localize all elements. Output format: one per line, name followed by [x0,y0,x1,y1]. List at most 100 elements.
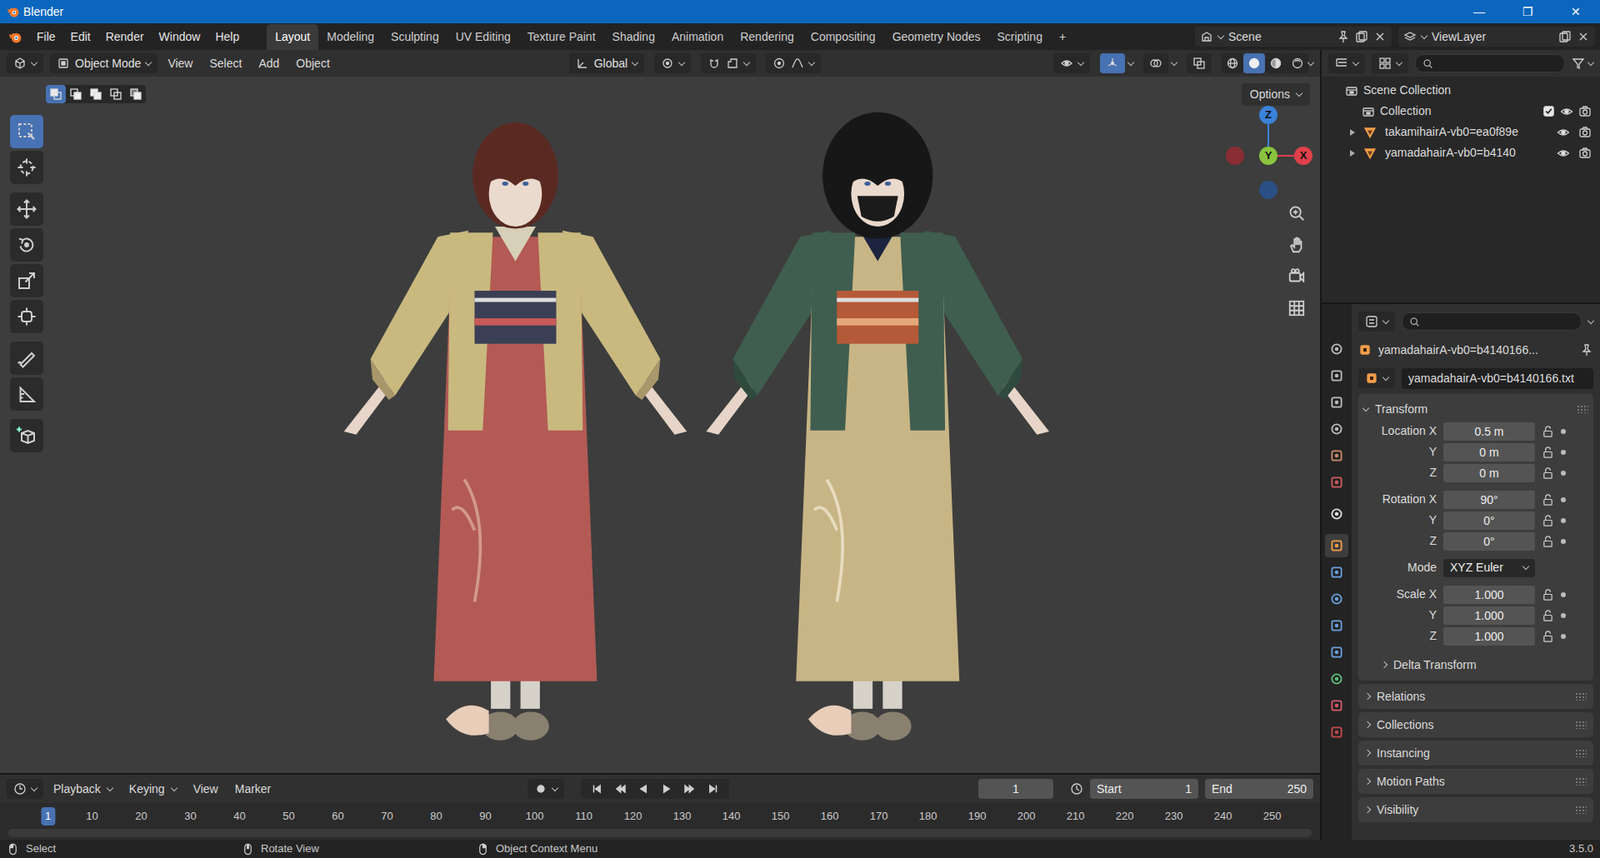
menu-item[interactable]: Edit [63,25,99,49]
options-label[interactable]: Options [1250,85,1290,104]
proportional-edit[interactable] [765,53,821,74]
frame-number[interactable]: 190 [964,807,991,826]
object-name-field[interactable]: yamadahairA-vb0=b4140166.txt [1401,368,1594,390]
viewport-canvas[interactable]: OptionsZXY [0,76,1320,774]
object-browse-dropdown[interactable] [1358,368,1395,389]
frame-number[interactable]: 220 [1111,807,1139,826]
frame-number[interactable]: 240 [1210,807,1237,826]
number-field[interactable]: 0° [1443,532,1535,551]
menu-item[interactable]: Help [207,25,247,49]
keyframe-dot-icon[interactable] [1560,497,1566,503]
select-box-tool[interactable] [10,115,44,149]
scene-name[interactable]: Scene [1228,28,1332,46]
render-camera-icon[interactable] [1578,146,1592,160]
editor-type-button[interactable] [6,53,44,74]
menu-item[interactable]: Render [98,25,152,49]
data-tab[interactable] [1325,667,1349,691]
number-field[interactable]: 0 m [1443,443,1535,462]
frame-number[interactable]: 100 [521,807,549,826]
view-layer-selector[interactable]: ViewLayer [1398,26,1595,47]
shading-material-preview-button[interactable] [1265,53,1287,74]
panel-header[interactable]: Relations [1358,684,1594,710]
material-tab[interactable] [1325,694,1349,718]
properties-search[interactable] [1401,312,1582,331]
viewport-menu[interactable]: Object [289,52,336,75]
eye-icon[interactable] [1556,125,1570,140]
outliner-label[interactable]: yamadahairA-vb0=b4140 [1385,144,1549,162]
frame-number[interactable]: 30 [180,807,200,826]
subpanel-header[interactable]: Delta Transform [1363,652,1589,678]
frame-number[interactable]: 40 [229,807,250,826]
close-button[interactable]: ✕ [1551,0,1600,24]
eye-icon[interactable] [1560,105,1574,119]
texture-tab[interactable] [1325,720,1349,745]
constraints-tab[interactable] [1325,640,1349,665]
frame-number[interactable]: 70 [376,807,397,826]
panel-header[interactable]: Visibility [1358,797,1594,823]
copy-icon[interactable] [1355,30,1369,44]
rotation-mode-dropdown[interactable]: XYZ Euler [1443,559,1535,578]
collapse-arrow-icon[interactable] [1364,778,1371,785]
workspace-tab[interactable]: Scripting [988,24,1050,50]
workspace-tab[interactable]: Modeling [318,24,383,50]
annotate-tool[interactable] [10,341,44,375]
frame-number[interactable]: 210 [1062,807,1090,826]
preview-range-icon[interactable] [1070,782,1084,796]
timeline-menu[interactable]: Keying [122,778,184,801]
frame-number[interactable]: 10 [81,807,102,826]
timeline-menu[interactable]: Marker [228,778,279,801]
collapse-arrow-icon[interactable] [1364,806,1371,814]
workspace-tab[interactable]: Animation [663,24,732,50]
render-tab[interactable] [1325,364,1349,388]
drag-handle-icon[interactable] [1575,749,1587,758]
rotate-tool[interactable] [10,228,44,262]
modifiers-tab[interactable] [1325,560,1349,585]
shading-wireframe-button[interactable] [1221,53,1244,74]
jump-end-button[interactable] [704,780,723,799]
drag-handle-icon[interactable] [1575,692,1587,701]
frame-number[interactable]: 90 [475,807,495,826]
panel-title[interactable]: Visibility [1376,801,1419,820]
viewport-menu[interactable]: Add [251,52,286,75]
orientation-dropdown[interactable]: Global [569,53,645,74]
lock-open-icon[interactable] [1541,445,1555,459]
lock-open-icon[interactable] [1541,425,1555,438]
frame-ruler[interactable]: 1102030405060708090100110120130140150160… [0,803,1320,827]
number-field[interactable]: 1.000 [1443,585,1535,605]
frame-number[interactable]: 1 [40,807,55,826]
eye-icon[interactable] [1556,146,1570,160]
workspace-tab[interactable]: Geometry Nodes [884,24,990,50]
tool-tab[interactable] [1325,337,1349,361]
frame-number[interactable]: 80 [425,807,446,826]
keyframe-dot-icon[interactable] [1560,470,1566,476]
add-cube-tool[interactable] [10,419,44,453]
number-field[interactable]: 0° [1443,511,1535,530]
xray-toggle[interactable] [1186,53,1212,74]
keyframe-dot-icon[interactable] [1560,634,1566,640]
collapse-arrow-icon[interactable] [1362,404,1370,411]
overlay-toggle[interactable] [1143,53,1169,74]
drag-handle-icon[interactable] [1576,405,1589,414]
outliner-row[interactable]: yamadahairA-vb0=b4140 [1321,142,1600,164]
shading-solid-button[interactable] [1243,53,1265,74]
workspace-tab[interactable]: Rendering [731,24,803,50]
scene-tab[interactable] [1325,444,1349,468]
filter-dropdown[interactable] [1571,56,1594,70]
panel-title[interactable]: Instancing [1376,745,1430,763]
play-button[interactable] [657,780,676,799]
lock-open-icon[interactable] [1541,514,1555,527]
number-field[interactable]: 1.000 [1443,627,1535,646]
particles-tab[interactable] [1325,587,1349,611]
selection-mode-button[interactable] [105,85,126,104]
gizmo-toggle[interactable] [1100,53,1125,74]
current-frame-field[interactable]: 1 [978,779,1054,800]
drag-handle-icon[interactable] [1575,777,1587,786]
start-frame-field[interactable]: Start1 [1090,779,1199,800]
pin-icon[interactable] [1580,343,1594,357]
expand-arrow-icon[interactable] [1350,150,1355,157]
outliner-label[interactable]: takamihairA-vb0=ea0f89e [1385,123,1549,141]
shading-rendered-button[interactable] [1286,53,1309,74]
z-axis-icon[interactable]: Z [1259,105,1278,125]
keyframe-dot-icon[interactable] [1560,450,1566,455]
pivot-dropdown[interactable] [654,53,691,74]
